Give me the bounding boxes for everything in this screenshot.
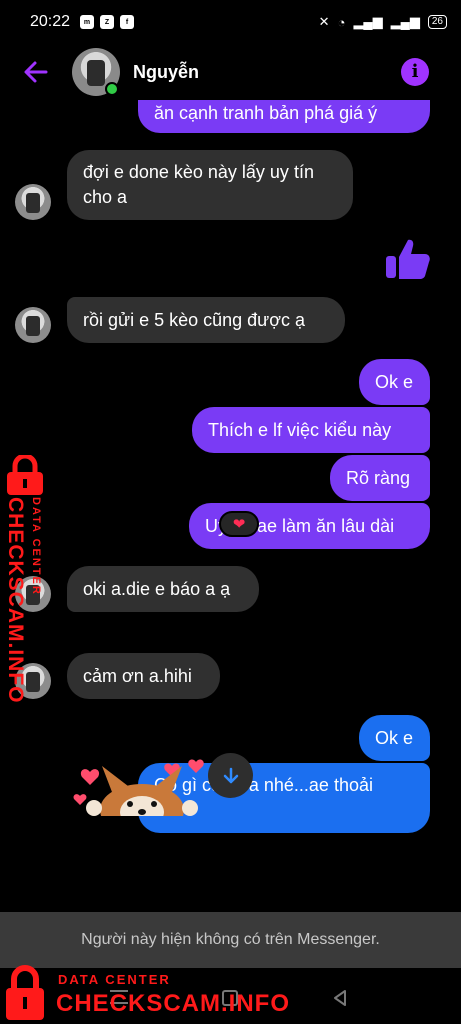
message-text: Thích e lf việc kiểu này <box>208 419 392 440</box>
sent-message[interactable]: Ok e <box>359 715 430 761</box>
sender-avatar[interactable] <box>15 307 51 343</box>
online-status-icon <box>105 82 119 96</box>
notice-text: Người này hiện không có trên Messenger. <box>81 931 380 948</box>
message-text: ăn cạnh tranh bản phá giá ý <box>154 103 378 123</box>
contact-name[interactable]: Nguyễn <box>133 62 199 83</box>
received-message[interactable]: cảm ơn a.hihi <box>67 653 220 699</box>
message-text: cho a <box>83 187 128 207</box>
facebook-notification-icon: f <box>120 15 135 29</box>
zalo-notification-icon: Z <box>100 15 115 29</box>
notification-icons: m Z f <box>80 15 135 29</box>
info-icon[interactable]: i <box>401 58 429 86</box>
lock-icon <box>6 965 44 1020</box>
sent-message[interactable]: ăn cạnh tranh bản phá giá ý <box>138 100 430 133</box>
watermark-side: DATA CENTER CHECKSCAM.INFO <box>0 455 56 704</box>
sent-message[interactable]: Ok e <box>359 359 430 405</box>
back-triangle-icon[interactable] <box>330 988 350 1008</box>
watermark-big-text: CHECKSCAM.INFO <box>4 497 27 704</box>
sent-message[interactable]: Rõ ràng <box>330 455 430 501</box>
message-text: Ok e <box>375 727 414 748</box>
wifi-icon: ◔ <box>337 14 346 30</box>
status-bar: 20:22 m Z f ✕ ◔ ▂▄▆ ▂▄▆ 26 <box>0 0 461 44</box>
received-message[interactable]: rồi gửi e 5 kèo cũng được ạ <box>67 297 345 343</box>
scroll-to-bottom-button[interactable] <box>208 753 253 798</box>
lock-icon <box>7 455 43 495</box>
chat-header: Nguyễn i <box>0 44 461 100</box>
battery-icon: 26 <box>427 15 447 29</box>
signal-icon: ▂▄▆ <box>353 14 383 29</box>
received-message[interactable]: đợi e done kèo này lấy uy tín cho a <box>67 150 353 220</box>
watermark-big-text: CHECKSCAM.INFO <box>56 990 290 1017</box>
vibrate-icon: ✕ <box>318 14 330 29</box>
sent-message[interactable]: Thích e lf việc kiểu này <box>192 407 430 453</box>
message-text: đợi e done kèo này lấy uy tín <box>83 162 314 182</box>
message-text: cảm ơn a.hihi <box>83 665 192 686</box>
signal-icon-2: ▂▄▆ <box>390 14 420 29</box>
sender-avatar[interactable] <box>15 184 51 220</box>
message-text: Ok e <box>375 371 414 392</box>
watermark-small-text: DATA CENTER <box>30 497 42 596</box>
back-arrow-icon[interactable] <box>22 58 50 86</box>
watermark-bottom: DATA CENTER CHECKSCAM.INFO <box>0 962 300 1024</box>
messenger-notification-icon: m <box>80 15 95 29</box>
received-message[interactable]: oki a.die e báo a ạ <box>67 566 259 612</box>
arrow-down-icon <box>223 767 238 783</box>
unavailable-notice: Người này hiện không có trên Messenger. <box>0 912 461 968</box>
message-text: rồi gửi e 5 kèo cũng được ạ <box>83 309 306 330</box>
dog-sticker[interactable] <box>72 752 212 816</box>
watermark-small-text: DATA CENTER <box>58 972 171 987</box>
status-time: 20:22 <box>30 13 71 30</box>
message-text: Rõ ràng <box>346 467 411 488</box>
heart-reaction-icon[interactable]: ❤ <box>219 511 259 537</box>
thumbs-up-icon[interactable] <box>383 234 433 284</box>
status-indicators: ✕ ◔ ▂▄▆ ▂▄▆ 26 <box>319 14 447 30</box>
message-text: oki a.die e báo a ạ <box>83 578 231 599</box>
